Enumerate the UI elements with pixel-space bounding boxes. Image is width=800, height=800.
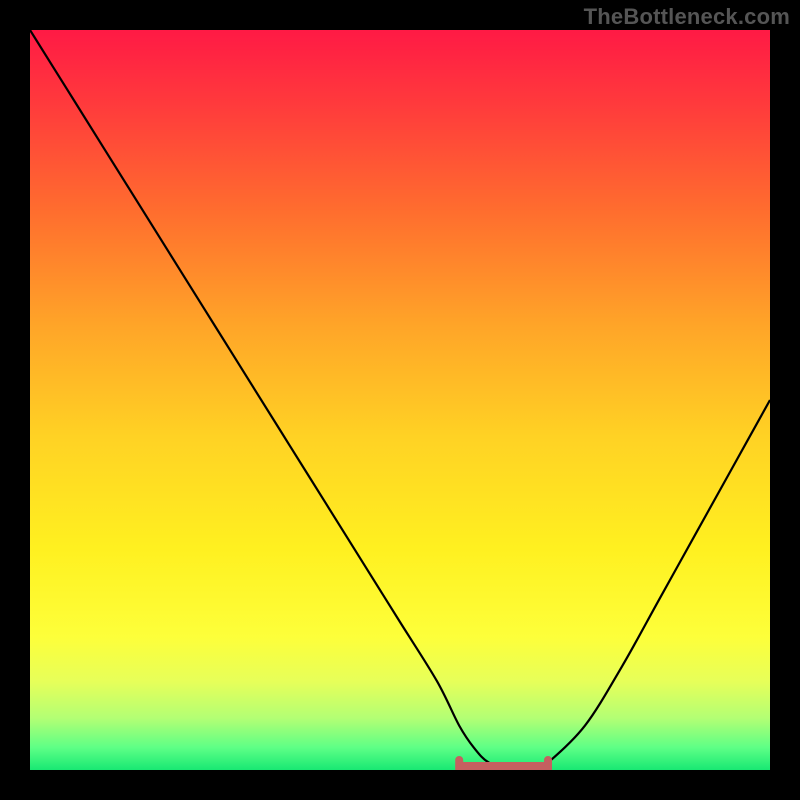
watermark-label: TheBottleneck.com — [584, 4, 790, 30]
curve-layer — [30, 30, 770, 770]
bottleneck-curve — [30, 30, 770, 770]
optimal-range-marker — [459, 760, 548, 766]
plot-area — [30, 30, 770, 770]
chart-frame: TheBottleneck.com — [0, 0, 800, 800]
